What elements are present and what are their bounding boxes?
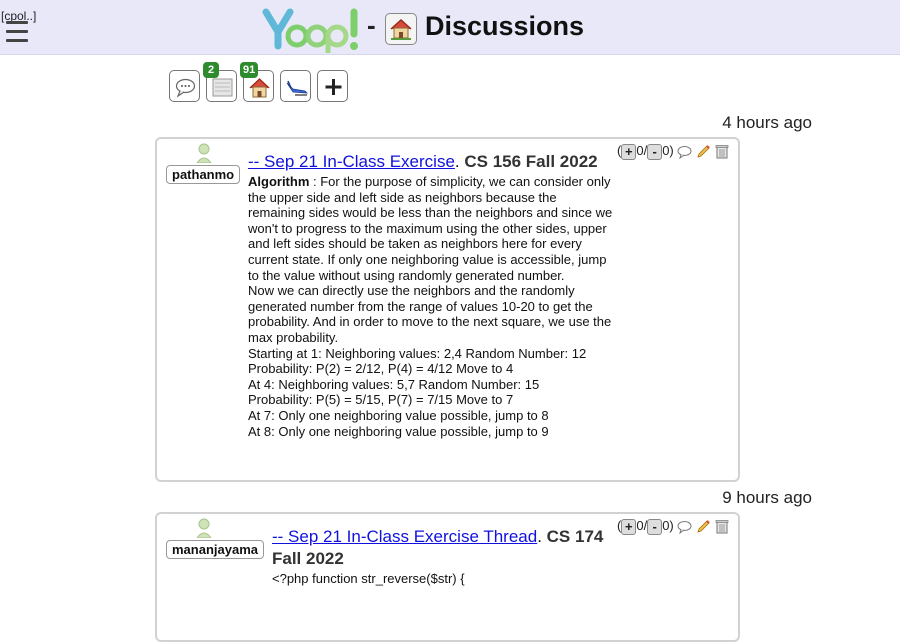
edit-pencil-icon[interactable] (696, 519, 711, 534)
post-author[interactable]: pathanmo (166, 165, 241, 184)
post-heading: -- Sep 21 In-Class Exercise. CS 156 Fall… (248, 151, 613, 173)
title-separator: - (367, 10, 376, 40)
vote-controls: (+0/-0) (617, 143, 729, 160)
reply-comment-icon[interactable] (677, 145, 692, 159)
toolbar-add-button[interactable] (317, 70, 348, 102)
post-card: mananjayama -- Sep 21 In-Class Exercise … (155, 512, 740, 642)
post-timestamp: 9 hours ago (722, 488, 812, 507)
post-text-line: At 7: Only one neighboring value possibl… (248, 407, 549, 423)
post-paragraph: Algorithm : For the purpose of simplicit… (248, 174, 613, 283)
delete-trash-icon[interactable] (715, 519, 729, 534)
post-text-line: Now we can directly use the neighbors an… (248, 283, 612, 345)
post-course: CS 156 Fall 2022 (464, 152, 598, 171)
post-link[interactable]: -- Sep 21 In-Class Exercise (248, 152, 455, 171)
header-bar: [cpol..] - Discussions (0, 0, 900, 55)
post-content: -- Sep 21 In-Class Exercise. CS 156 Fall… (248, 151, 613, 439)
delete-trash-icon[interactable] (715, 144, 729, 159)
post-author[interactable]: mananjayama (166, 540, 264, 559)
home-button[interactable] (385, 13, 417, 45)
avatar-icon (196, 143, 212, 163)
post-heading-separator: . (454, 152, 460, 171)
avatar-icon (196, 518, 212, 538)
vote-close-paren: ) (669, 518, 674, 533)
post-card: pathanmo -- Sep 21 In-Class Exercise. CS… (155, 137, 740, 482)
upvote-button[interactable]: + (621, 518, 637, 535)
hamburger-menu-icon[interactable] (6, 21, 28, 45)
post-text-line: <?php function str_reverse($str) { (272, 571, 465, 586)
toolbar-home-button[interactable]: 91 (240, 62, 274, 102)
vote-controls: (+0/-0) (617, 518, 729, 535)
post-text-line: At 4: Neighboring values: 5,7 Random Num… (248, 376, 540, 392)
yoop-logo[interactable] (262, 6, 366, 54)
toolbar-notes-button[interactable]: 2 (203, 62, 237, 102)
page-title: Discussions (425, 11, 585, 41)
post-heading: -- Sep 21 In-Class Exercise Thread. CS 1… (272, 526, 637, 570)
post-text-line: Probability: P(5) = 5/15, P(7) = 7/15 Mo… (248, 392, 514, 408)
toolbar-flight-button[interactable] (280, 70, 311, 102)
post-link[interactable]: -- Sep 21 In-Class Exercise Thread (272, 527, 537, 546)
toolbar-discussion-button[interactable] (169, 70, 200, 102)
post-text-line: At 8: Only one neighboring value possibl… (248, 423, 549, 439)
vote-close-paren: ) (669, 143, 674, 158)
home-count-badge: 91 (240, 62, 259, 78)
post-text-line: : For the purpose of simplicity, we can … (248, 174, 613, 283)
reply-comment-icon[interactable] (677, 520, 692, 534)
algorithm-label: Algorithm (248, 174, 310, 189)
post-text-line: Starting at 1: Neighboring values: 2,4 R… (248, 345, 587, 361)
house-icon (390, 18, 412, 40)
plus-icon (325, 79, 342, 95)
upvote-button[interactable]: + (621, 143, 637, 160)
post-heading-separator: . (537, 527, 542, 546)
speech-bubble-icon (175, 78, 196, 98)
edit-pencil-icon[interactable] (696, 144, 711, 159)
upvote-count: 0/ (636, 518, 648, 533)
post-text-line: Probability: P(2) = 2/12, P(4) = 4/12 Mo… (248, 361, 514, 377)
downvote-button[interactable]: - (647, 518, 663, 535)
downvote-button[interactable]: - (647, 143, 663, 160)
airplane-icon (286, 80, 309, 96)
post-timestamp: 4 hours ago (722, 113, 812, 132)
notes-count-badge: 2 (203, 62, 219, 78)
upvote-count: 0/ (636, 143, 648, 158)
post-content: -- Sep 21 In-Class Exercise Thread. CS 1… (272, 526, 637, 587)
